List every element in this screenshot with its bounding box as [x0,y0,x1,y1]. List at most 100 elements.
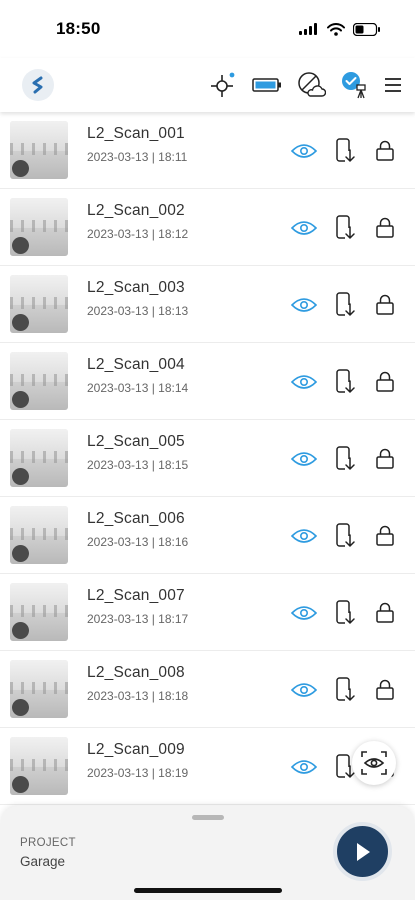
thumbnail-status-badge [12,314,29,331]
scan-date: 2023-03-13 | 18:15 [87,458,189,472]
export-scan-button[interactable] [333,138,359,164]
thumbnail-pillars [10,605,68,617]
lock-scan-button[interactable] [372,369,398,395]
scan-thumbnail[interactable] [10,660,68,718]
scan-name: L2_Scan_009 [87,741,185,758]
thumbnail-status-badge [12,391,29,408]
thumbnail-status-badge [12,622,29,639]
scan-row[interactable]: L2_Scan_006 2023-03-13 | 18:16 [0,497,415,574]
scan-name: L2_Scan_007 [87,587,185,604]
target-button[interactable] [207,69,239,101]
lock-scan-button[interactable] [372,292,398,318]
thumbnail-status-badge [12,699,29,716]
view-scan-button[interactable] [291,523,317,549]
lock-scan-button[interactable] [372,523,398,549]
wifi-icon [327,22,345,36]
eye-icon [291,760,317,774]
eye-icon [291,529,317,543]
eye-icon [291,452,317,466]
scan-thumbnail[interactable] [10,737,68,795]
lock-scan-button[interactable] [372,215,398,241]
eye-icon [291,298,317,312]
export-scan-button[interactable] [333,600,359,626]
scan-row[interactable]: L2_Scan_005 2023-03-13 | 18:15 [0,420,415,497]
scan-row[interactable]: L2_Scan_001 2023-03-13 | 18:11 [0,112,415,189]
export-scan-button[interactable] [333,292,359,318]
scan-date: 2023-03-13 | 18:17 [87,612,189,626]
thumbnail-pillars [10,297,68,309]
view-scan-button[interactable] [291,292,317,318]
device-connected-icon [342,72,366,99]
view-scan-button[interactable] [291,138,317,164]
view-scan-button[interactable] [291,677,317,703]
lock-scan-button[interactable] [372,446,398,472]
view-scan-button[interactable] [291,215,317,241]
export-scan-button[interactable] [333,215,359,241]
project-label: PROJECT [20,837,76,849]
export-scan-button[interactable] [333,677,359,703]
scan-thumbnail[interactable] [10,121,68,179]
status-time: 18:50 [56,19,101,38]
export-scan-button[interactable] [333,523,359,549]
export-to-device-icon [336,446,355,471]
lock-scan-button[interactable] [372,138,398,164]
thumbnail-pillars [10,374,68,386]
lock-icon [376,679,394,700]
view-scan-button[interactable] [291,369,317,395]
scan-name: L2_Scan_001 [87,125,185,142]
scan-thumbnail[interactable] [10,352,68,410]
scan-view-icon [361,751,387,775]
thumbnail-pillars [10,528,68,540]
scan-thumbnail[interactable] [10,198,68,256]
lock-icon [376,525,394,546]
scan-date: 2023-03-13 | 18:12 [87,227,189,241]
play-icon [356,842,370,861]
export-to-device-icon [336,523,355,548]
scan-name: L2_Scan_002 [87,202,185,219]
lock-scan-button[interactable] [372,600,398,626]
thumbnail-status-badge [12,776,29,793]
viewer-fab-button[interactable] [352,741,396,785]
lock-icon [376,140,394,161]
export-to-device-icon [336,677,355,702]
view-scan-button[interactable] [291,446,317,472]
export-to-device-icon [336,215,355,240]
scan-row[interactable]: L2_Scan_008 2023-03-13 | 18:18 [0,651,415,728]
export-scan-button[interactable] [333,446,359,472]
scan-date: 2023-03-13 | 18:19 [87,766,189,780]
status-bar: 18:50 [0,0,415,58]
start-scan-button[interactable] [333,822,392,881]
scan-row[interactable]: L2_Scan_003 2023-03-13 | 18:13 [0,266,415,343]
thumbnail-pillars [10,451,68,463]
scan-name: L2_Scan_004 [87,356,185,373]
cloud-sync-button[interactable] [295,69,327,101]
home-indicator [134,888,282,893]
lock-icon [376,602,394,623]
thumbnail-status-badge [12,160,29,177]
lock-scan-button[interactable] [372,677,398,703]
battery-status-button[interactable] [251,69,283,101]
scan-row[interactable]: L2_Scan_007 2023-03-13 | 18:17 [0,574,415,651]
scan-row[interactable]: L2_Scan_002 2023-03-13 | 18:12 [0,189,415,266]
app-header [0,58,415,112]
export-scan-button[interactable] [333,369,359,395]
scan-name: L2_Scan_003 [87,279,185,296]
scan-list: L2_Scan_001 2023-03-13 | 18:11 L2_Scan_002… [0,112,415,806]
scan-thumbnail[interactable] [10,429,68,487]
cellular-signal-icon [299,23,317,35]
scan-date: 2023-03-13 | 18:16 [87,535,189,549]
view-scan-button[interactable] [291,600,317,626]
sheet-drag-handle[interactable] [192,815,224,820]
thumbnail-pillars [10,143,68,155]
scan-thumbnail[interactable] [10,583,68,641]
eye-icon [291,683,317,697]
view-scan-button[interactable] [291,754,317,780]
device-connection-button[interactable] [339,69,371,101]
app-logo[interactable] [22,69,54,101]
menu-button[interactable] [383,69,403,101]
lock-icon [376,448,394,469]
scan-name: L2_Scan_006 [87,510,185,527]
scan-row[interactable]: L2_Scan_004 2023-03-13 | 18:14 [0,343,415,420]
scan-thumbnail[interactable] [10,275,68,333]
scan-thumbnail[interactable] [10,506,68,564]
